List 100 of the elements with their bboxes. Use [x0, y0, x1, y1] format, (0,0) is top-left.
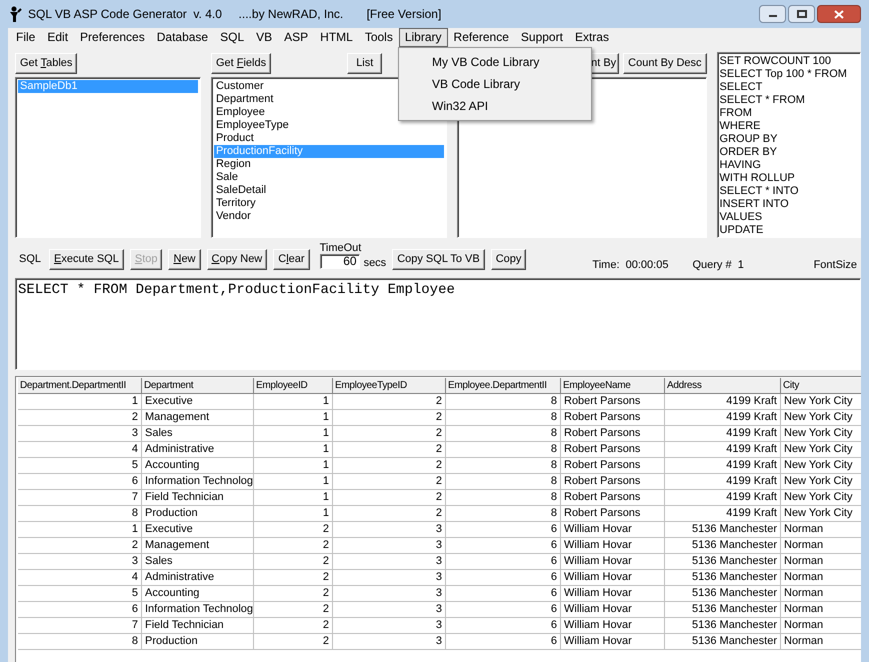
keyword-item[interactable]: SELECT — [720, 81, 858, 94]
keyword-item[interactable]: SET ROWCOUNT 100 — [720, 55, 858, 68]
table-cell: Production — [142, 506, 254, 522]
list-item[interactable]: Vendor — [214, 210, 444, 223]
list-item[interactable]: SaleDetail — [214, 184, 444, 197]
toolbar-button[interactable]: Clear — [273, 248, 310, 270]
table-cell: 4 — [18, 442, 142, 458]
table-cell: 4199 Kraft — [665, 442, 781, 458]
list-button[interactable]: List — [347, 53, 382, 74]
table-cell: 8 — [446, 506, 561, 522]
table-cell: New York City — [781, 490, 861, 506]
menu-item[interactable]: HTML — [314, 28, 359, 47]
table-cell: 5136 Manchester — [665, 570, 781, 586]
close-button[interactable] — [817, 5, 861, 23]
keyword-item[interactable]: ORDER BY — [720, 146, 858, 159]
keyword-item[interactable]: SELECT Top 100 * FROM — [720, 68, 858, 81]
table-cell: New York City — [781, 426, 861, 442]
table-cell: Norman — [781, 522, 861, 538]
menu-item[interactable]: Library — [398, 28, 448, 47]
list-item[interactable]: Region — [214, 158, 444, 171]
keyword-item[interactable]: FROM — [720, 107, 858, 120]
table-cell: Field Technician — [142, 618, 254, 634]
table-cell: 2 — [254, 570, 333, 586]
keyword-item[interactable]: GROUP BY — [720, 133, 858, 146]
menu-entry[interactable]: VB Code Library — [399, 73, 591, 95]
menu-item[interactable]: SQL — [214, 28, 250, 47]
sql-editor[interactable]: SELECT * FROM Department,ProductionFacility Employee — [15, 278, 861, 370]
menu-entry[interactable]: Win32 API — [399, 95, 591, 117]
menu-item[interactable]: Edit — [41, 28, 74, 47]
keyword-item[interactable]: SELECT * INTO — [720, 185, 858, 198]
list-item[interactable]: EmployeeType — [214, 119, 444, 132]
table-cell: 6 — [446, 538, 561, 554]
toolbar-button[interactable]: New — [168, 248, 200, 270]
table-cell: Accounting — [142, 458, 254, 474]
table-cell: 5136 Manchester — [665, 586, 781, 602]
column-header[interactable]: EmployeeID — [254, 378, 333, 394]
table-cell: 6 — [446, 522, 561, 538]
table-cell: 2 — [18, 410, 142, 426]
get-fields-button[interactable]: Get Fields — [210, 53, 272, 74]
menu-item[interactable]: ASP — [278, 28, 314, 47]
table-cell: Robert Parsons — [561, 474, 665, 490]
table-cell: 3 — [333, 570, 446, 586]
keyword-item[interactable]: WITH ROLLUP — [720, 172, 858, 185]
keyword-item[interactable]: VALUES — [720, 211, 858, 224]
table-cell: Robert Parsons — [561, 506, 665, 522]
table-cell: 8 — [18, 634, 142, 650]
maximize-button[interactable] — [788, 5, 815, 23]
keyword-item[interactable]: HAVING — [720, 159, 858, 172]
column-header[interactable]: Employee.DepartmentII — [446, 378, 561, 394]
column-header[interactable]: EmployeeTypeID — [333, 378, 446, 394]
timeout-field[interactable]: 60 — [320, 254, 360, 268]
table-cell: Norman — [781, 618, 861, 634]
count-button[interactable]: Count By Desc — [623, 53, 707, 74]
menu-entry[interactable]: My VB Code Library — [399, 51, 591, 73]
list-item[interactable]: Sale — [214, 171, 444, 184]
table-cell: 2 — [333, 394, 446, 410]
column-header[interactable]: Department — [142, 378, 254, 394]
menu-item[interactable]: Extras — [568, 28, 615, 47]
toolbar-button[interactable]: Copy — [490, 248, 526, 270]
minimize-icon — [768, 15, 776, 17]
table-cell: 5136 Manchester — [665, 618, 781, 634]
column-header[interactable]: City — [781, 378, 861, 394]
keyword-item[interactable]: UPDATE — [720, 224, 858, 237]
minimize-button[interactable] — [759, 5, 786, 23]
table-cell: 2 — [333, 426, 446, 442]
menu-item[interactable]: Preferences — [74, 28, 151, 47]
table-cell: 4199 Kraft — [665, 506, 781, 522]
menu-item[interactable]: Reference — [448, 28, 515, 47]
keyword-item[interactable]: SELECT * FROM — [720, 94, 858, 107]
table-cell: 5136 Manchester — [665, 602, 781, 618]
table-cell: 8 — [18, 506, 142, 522]
column-header[interactable]: EmployeeName — [561, 378, 665, 394]
table-cell: 2 — [18, 538, 142, 554]
table-cell: Administrative — [142, 570, 254, 586]
table-cell: William Hovar — [561, 634, 665, 650]
keyword-item[interactable]: INSERT INTO — [720, 198, 858, 211]
menu-item[interactable]: VB — [250, 28, 278, 47]
table-cell: Robert Parsons — [561, 442, 665, 458]
column-header[interactable]: Address — [665, 378, 781, 394]
list-item[interactable]: Territory — [214, 197, 444, 210]
table-cell: 3 — [18, 554, 142, 570]
keyword-item[interactable]: WHERE — [720, 120, 858, 133]
table-cell: New York City — [781, 458, 861, 474]
get-tables-button[interactable]: Get Tables — [15, 53, 78, 74]
table-cell: 1 — [18, 394, 142, 410]
table-cell: 8 — [446, 474, 561, 490]
menu-item[interactable]: Database — [150, 28, 214, 47]
menu-item[interactable]: Tools — [358, 28, 399, 47]
table-cell: William Hovar — [561, 554, 665, 570]
toolbar-button[interactable]: Copy SQL To VB — [392, 248, 485, 270]
time-label: Time: 00:00:05 — [592, 258, 668, 273]
table-cell: Accounting — [142, 586, 254, 602]
menu-item[interactable]: File — [10, 28, 42, 47]
list-item[interactable]: Product — [214, 132, 444, 145]
column-header[interactable]: Department.DepartmentII — [18, 378, 142, 394]
table-cell: 2 — [333, 442, 446, 458]
menu-item[interactable]: Support — [514, 28, 569, 47]
toolbar-button[interactable]: Copy New — [206, 248, 268, 270]
toolbar-button[interactable]: Execute SQL — [49, 248, 124, 270]
table-cell: Management — [142, 410, 254, 426]
